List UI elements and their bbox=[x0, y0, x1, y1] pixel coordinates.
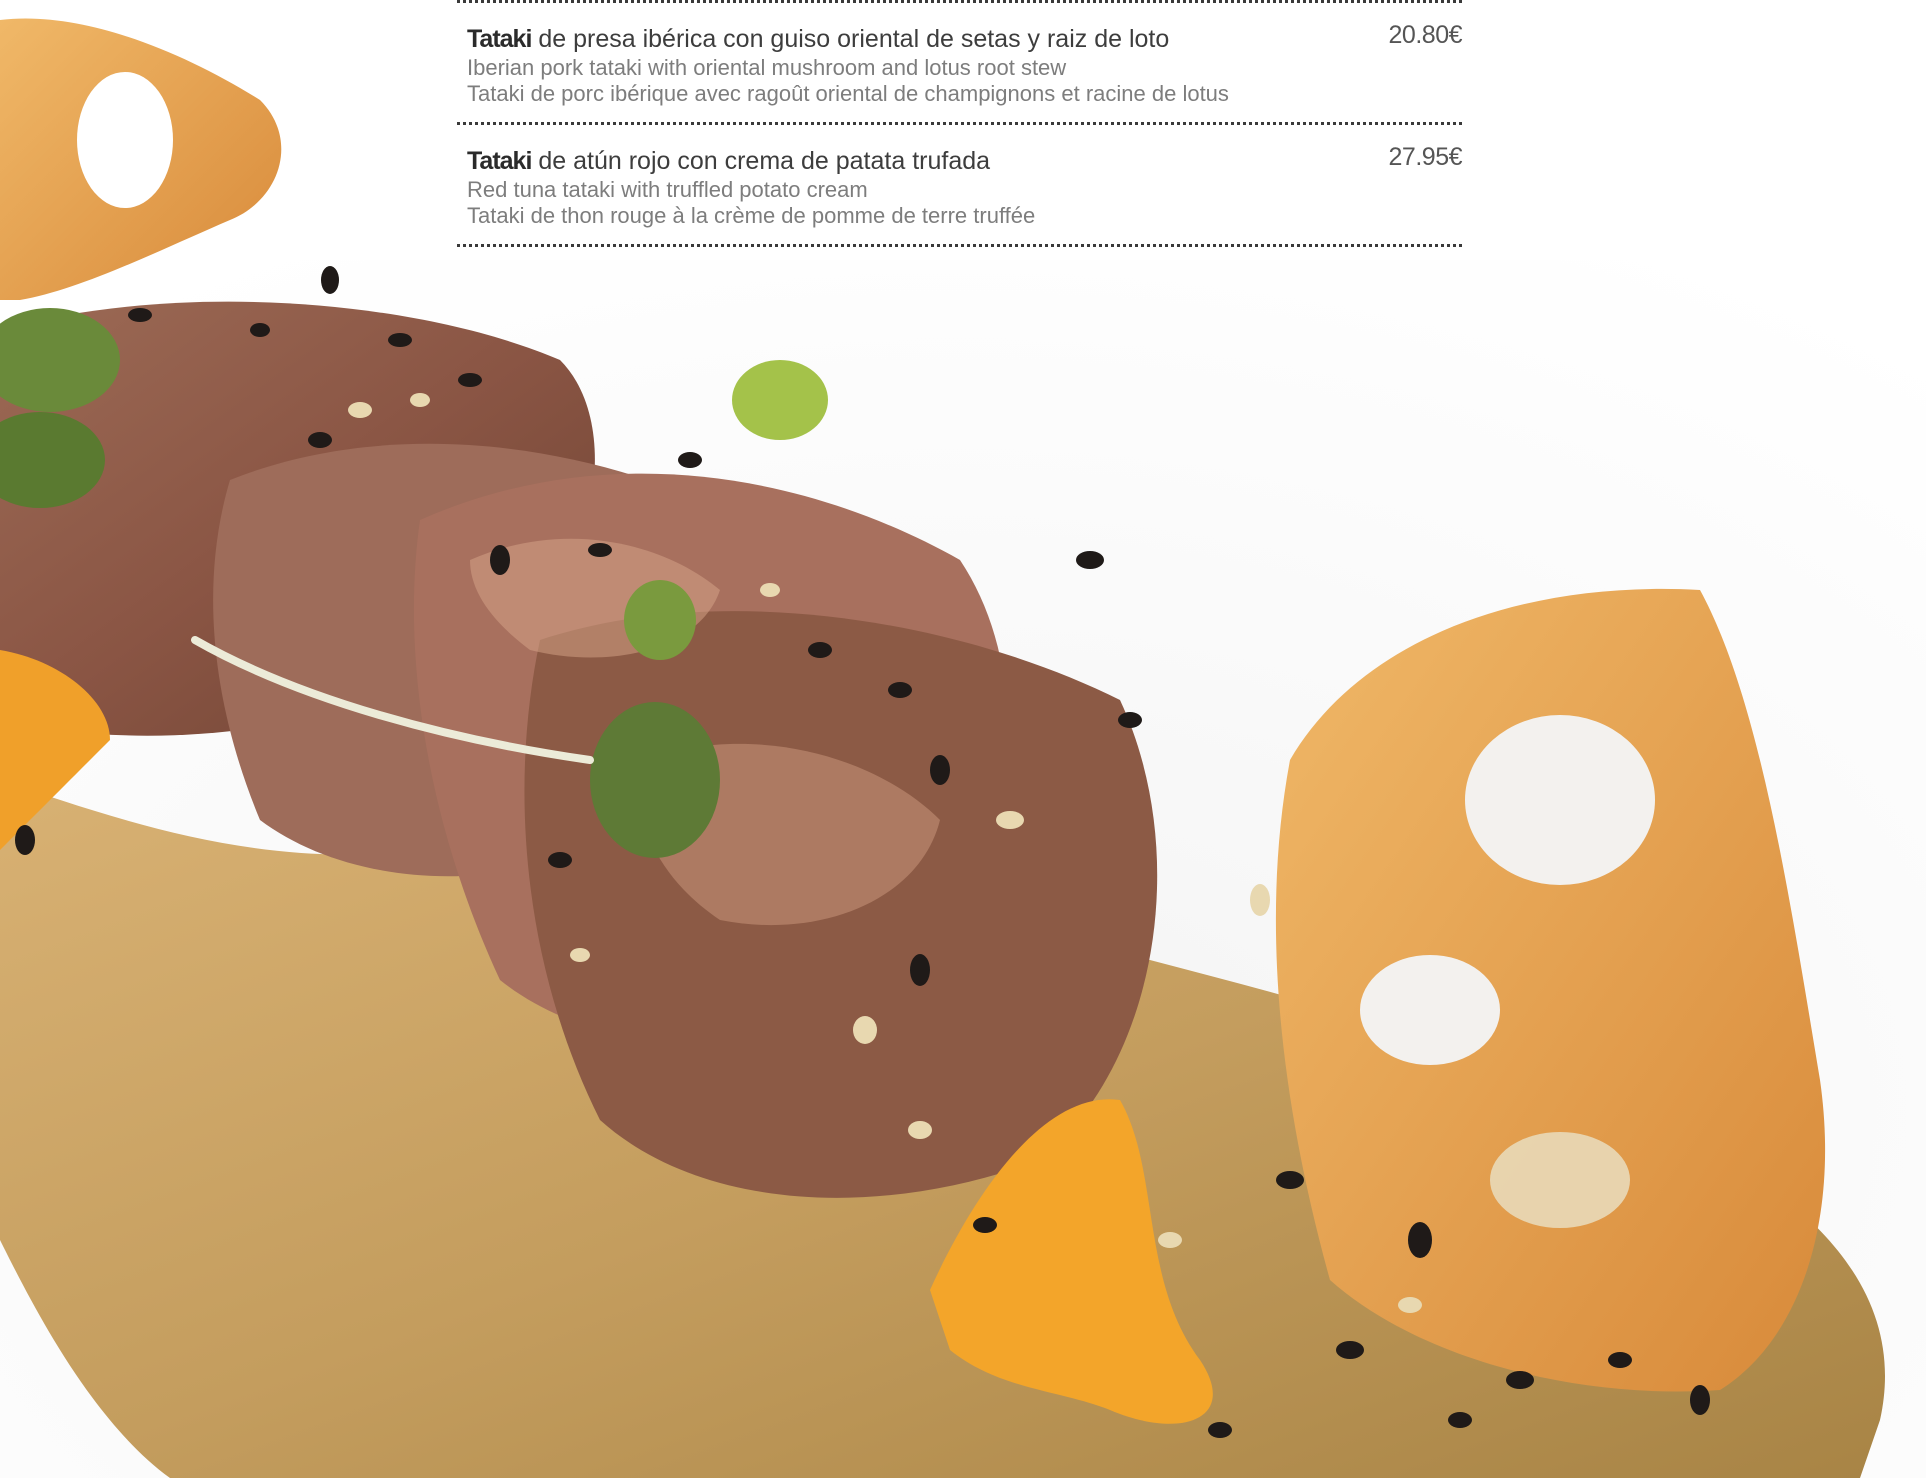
dish-english: Iberian pork tataki with oriental mushro… bbox=[467, 55, 1067, 80]
dish-french: Tataki de porc ibérique avec ragoût orie… bbox=[467, 81, 1229, 106]
dish-name-rest: de atún rojo con crema de patata trufada bbox=[531, 147, 991, 175]
dish-price: 20.80€ bbox=[1388, 21, 1463, 49]
lotus-chip-top-left bbox=[0, 18, 282, 300]
menu-item: Tataki de atún rojo con crema de patata … bbox=[457, 125, 1463, 228]
menu-section: Tataki de presa ibérica con guiso orient… bbox=[457, 0, 1463, 247]
menu-item: Tataki de presa ibérica con guiso orient… bbox=[457, 3, 1463, 106]
dish-name-bold: Tataki bbox=[467, 25, 532, 53]
dish-name-rest: de presa ibérica con guiso oriental de s… bbox=[531, 25, 1170, 53]
dish-price: 27.95€ bbox=[1388, 143, 1463, 171]
dotted-divider bbox=[457, 244, 1462, 247]
dish-name: Tataki de presa ibérica con guiso orient… bbox=[467, 23, 1462, 55]
dish-french: Tataki de thon rouge à la crème de pomme… bbox=[467, 203, 1036, 228]
lotus-chip-right bbox=[1275, 588, 1826, 1392]
menu-page: Tataki de presa ibérica con guiso orient… bbox=[0, 0, 1926, 1478]
dish-name-bold: Tataki bbox=[467, 147, 532, 175]
dish-english: Red tuna tataki with truffled potato cre… bbox=[467, 177, 868, 202]
dish-name: Tataki de atún rojo con crema de patata … bbox=[467, 145, 1462, 177]
